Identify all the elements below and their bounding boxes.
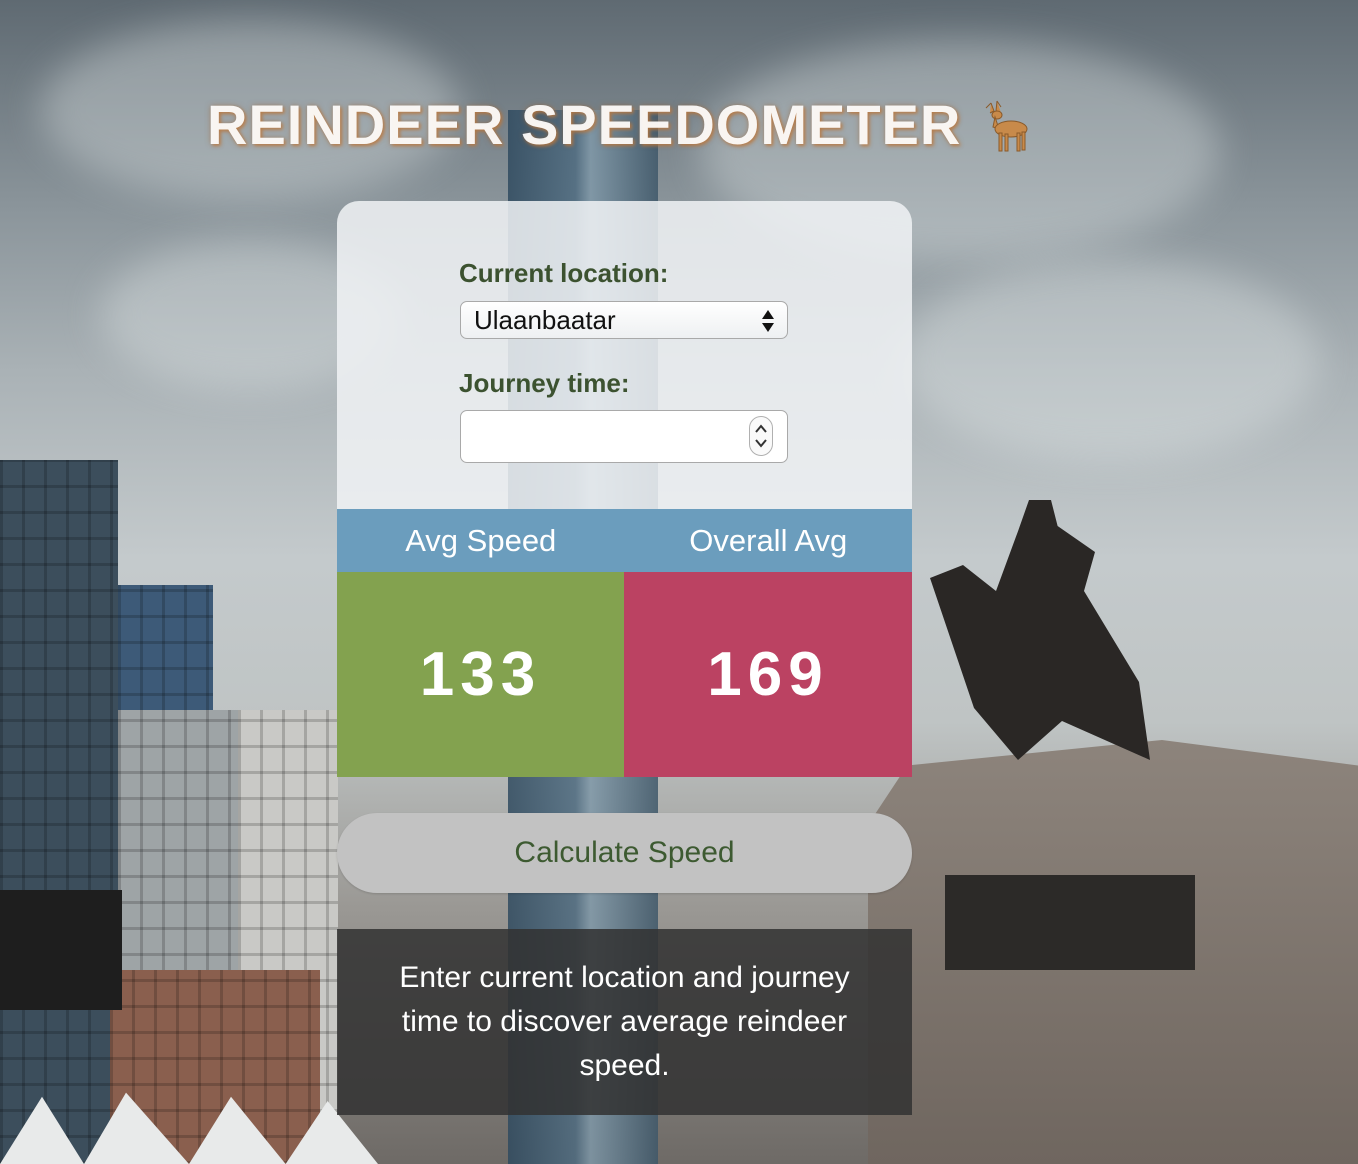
stats-header: Avg Speed Overall Avg [337, 509, 912, 572]
location-label: Current location: [459, 258, 669, 288]
overall-avg-value: 169 [624, 572, 912, 777]
select-arrows-icon [761, 308, 775, 334]
journey-time-label: Journey time: [459, 368, 630, 398]
overall-avg-label: Overall Avg [689, 523, 848, 558]
info-message-text: Enter current location and journey time … [399, 961, 850, 1082]
deer-icon [975, 95, 1035, 155]
location-select-value: Ulaanbaatar [474, 304, 616, 335]
location-select[interactable]: Ulaanbaatar [460, 301, 788, 339]
info-message: Enter current location and journey time … [337, 929, 912, 1115]
avg-speed-value: 133 [337, 572, 624, 777]
avg-speed-label: Avg Speed [405, 523, 557, 558]
number-stepper[interactable] [749, 416, 773, 456]
input-card: Current location: Ulaanbaatar Journey ti… [337, 201, 912, 509]
calculate-speed-button[interactable]: Calculate Speed [337, 813, 912, 893]
journey-time-input[interactable] [460, 410, 788, 463]
app-title: REINDEER SPEEDOMETER [207, 92, 1035, 157]
app-title-text: REINDEER SPEEDOMETER [207, 93, 962, 156]
